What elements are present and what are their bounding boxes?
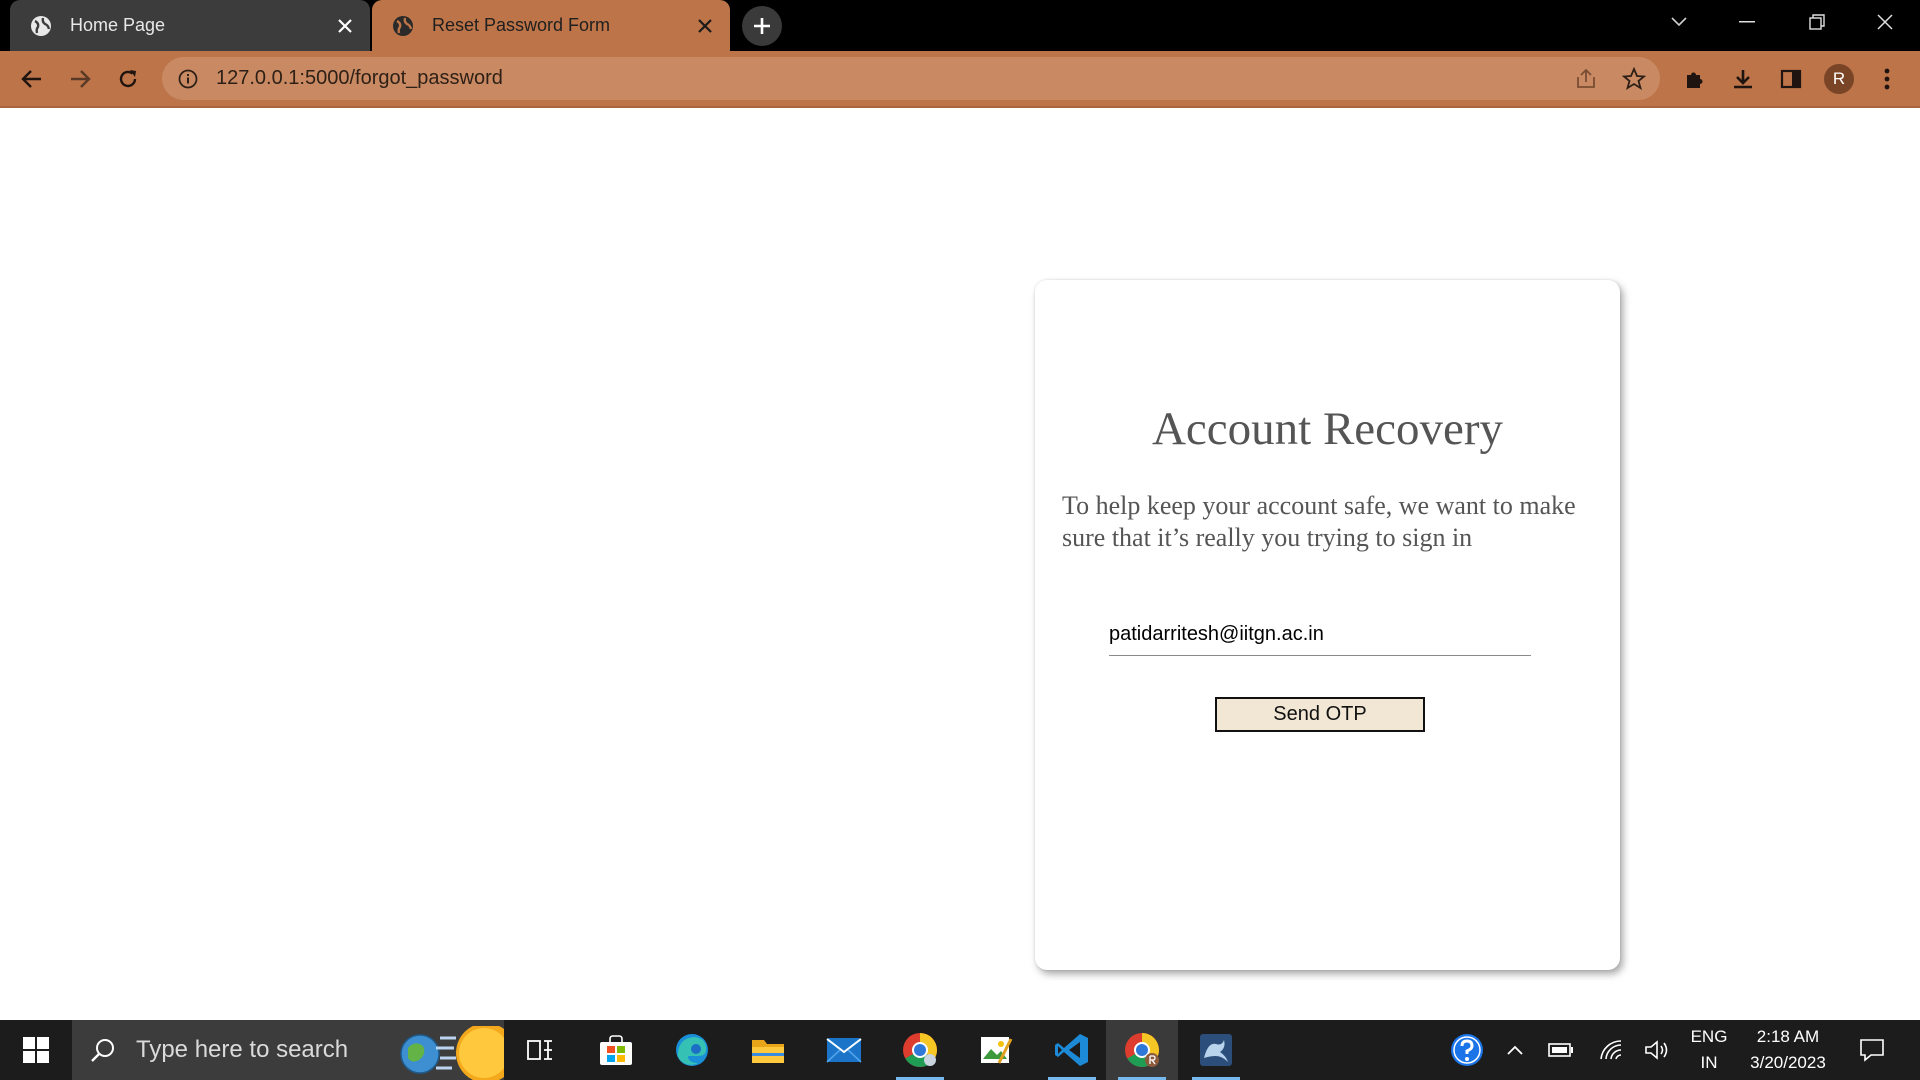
side-panel-button[interactable]: [1771, 59, 1811, 99]
tab-title: Reset Password Form: [432, 15, 611, 35]
search-highlight-icon[interactable]: [390, 1026, 504, 1080]
close-window-button[interactable]: [1850, 0, 1920, 44]
chrome-profile-button[interactable]: [1106, 1020, 1178, 1080]
start-button[interactable]: [0, 1020, 72, 1080]
chevron-up-icon: [1507, 1045, 1523, 1055]
close-tab-icon[interactable]: [330, 11, 360, 41]
toolbar-divider: [0, 106, 1920, 108]
clock[interactable]: 2:18 AM 3/20/2023: [1740, 1020, 1836, 1080]
help-icon: [1451, 1034, 1483, 1066]
chrome-icon: [903, 1033, 937, 1067]
profile-avatar[interactable]: R: [1824, 64, 1854, 94]
reload-icon: [119, 70, 137, 88]
extensions-button[interactable]: [1675, 59, 1715, 99]
send-otp-button[interactable]: Send OTP: [1215, 697, 1425, 732]
plus-icon: [754, 18, 770, 34]
mysql-workbench-button[interactable]: [1180, 1020, 1252, 1080]
browser-toolbar: 127.0.0.1:5000/forgot_password R: [0, 51, 1920, 106]
file-explorer-button[interactable]: [732, 1020, 804, 1080]
share-icon[interactable]: [1572, 65, 1600, 93]
forward-button[interactable]: [60, 59, 100, 99]
edge-button[interactable]: [656, 1020, 728, 1080]
vscode-icon: [1055, 1034, 1088, 1066]
new-tab-button[interactable]: [742, 6, 782, 46]
chrome-menu-button[interactable]: [1867, 59, 1907, 99]
reload-button[interactable]: [108, 59, 148, 99]
search-placeholder: Type here to search: [136, 1036, 349, 1063]
chrome-button[interactable]: [884, 1020, 956, 1080]
globe-icon: [392, 15, 414, 37]
microsoft-store-button[interactable]: [580, 1020, 652, 1080]
mail-icon: [826, 1038, 862, 1063]
taskbar-search-box[interactable]: Type here to search: [72, 1020, 504, 1080]
url-text: 127.0.0.1:5000/forgot_password: [216, 67, 503, 89]
close-tab-icon[interactable]: [690, 11, 720, 41]
task-view-icon: [527, 1040, 552, 1060]
task-view-button[interactable]: [504, 1020, 576, 1080]
tab-reset-password-form[interactable]: Reset Password Form: [372, 0, 730, 51]
clock-time: 2:18 AM: [1756, 1027, 1820, 1046]
close-icon: [1877, 14, 1893, 30]
action-center-button[interactable]: [1852, 1020, 1892, 1080]
arrow-right-icon: [71, 70, 91, 88]
more-vertical-icon: [1884, 68, 1890, 90]
edge-icon: [676, 1034, 708, 1066]
windows-taskbar: Type here to search ENG IN 2:18 AM 3/20/…: [0, 1020, 1920, 1080]
help-button[interactable]: [1444, 1020, 1490, 1080]
volume-indicator[interactable]: [1642, 1020, 1672, 1080]
tab-home-page[interactable]: Home Page: [10, 0, 370, 51]
downloads-button[interactable]: [1723, 59, 1763, 99]
download-icon: [1734, 70, 1752, 89]
clock-date: 3/20/2023: [1750, 1053, 1826, 1072]
language-indicator[interactable]: ENG IN: [1686, 1020, 1732, 1080]
browser-tab-strip: Home Page Reset Password Form: [0, 0, 1920, 51]
side-panel-icon: [1780, 69, 1802, 89]
search-icon: [90, 1037, 116, 1063]
notification-icon: [1860, 1039, 1884, 1062]
site-info-icon[interactable]: [176, 67, 200, 91]
windows-logo-icon: [23, 1037, 49, 1063]
mysql-workbench-icon: [1200, 1034, 1232, 1066]
account-recovery-card: Account Recovery To help keep your accou…: [1035, 280, 1620, 970]
show-hidden-icons-button[interactable]: [1500, 1020, 1530, 1080]
tab-search-button[interactable]: [1644, 0, 1714, 44]
battery-icon: [1548, 1043, 1573, 1057]
network-indicator[interactable]: [1596, 1020, 1626, 1080]
minimize-button[interactable]: [1712, 0, 1782, 44]
back-button[interactable]: [12, 59, 52, 99]
arrow-left-icon: [21, 70, 41, 88]
bookmark-star-icon[interactable]: [1620, 65, 1648, 93]
battery-indicator[interactable]: [1546, 1020, 1576, 1080]
language-label: ENG: [1690, 1027, 1728, 1046]
recovery-description: To help keep your account safe, we want …: [1062, 491, 1576, 552]
volume-icon: [1645, 1040, 1668, 1060]
restore-icon: [1809, 14, 1825, 30]
minimize-icon: [1739, 21, 1755, 23]
chevron-down-icon: [1671, 17, 1687, 27]
wifi-icon: [1600, 1040, 1622, 1060]
address-bar[interactable]: 127.0.0.1:5000/forgot_password: [162, 57, 1660, 100]
globe-icon: [30, 15, 52, 37]
chrome-profile-icon: [1125, 1033, 1159, 1067]
vscode-button[interactable]: [1036, 1020, 1108, 1080]
mail-button[interactable]: [808, 1020, 880, 1080]
region-label: IN: [1700, 1053, 1718, 1072]
restore-button[interactable]: [1782, 0, 1852, 44]
image-editor-button[interactable]: [960, 1020, 1032, 1080]
tab-title: Home Page: [70, 15, 166, 35]
file-explorer-icon: [752, 1040, 784, 1063]
puzzle-icon: [1687, 72, 1703, 88]
page-title: Account Recovery: [1151, 403, 1504, 455]
email-field[interactable]: [1109, 620, 1531, 656]
microsoft-store-icon: [600, 1035, 632, 1065]
image-editor-icon: [981, 1037, 1013, 1064]
